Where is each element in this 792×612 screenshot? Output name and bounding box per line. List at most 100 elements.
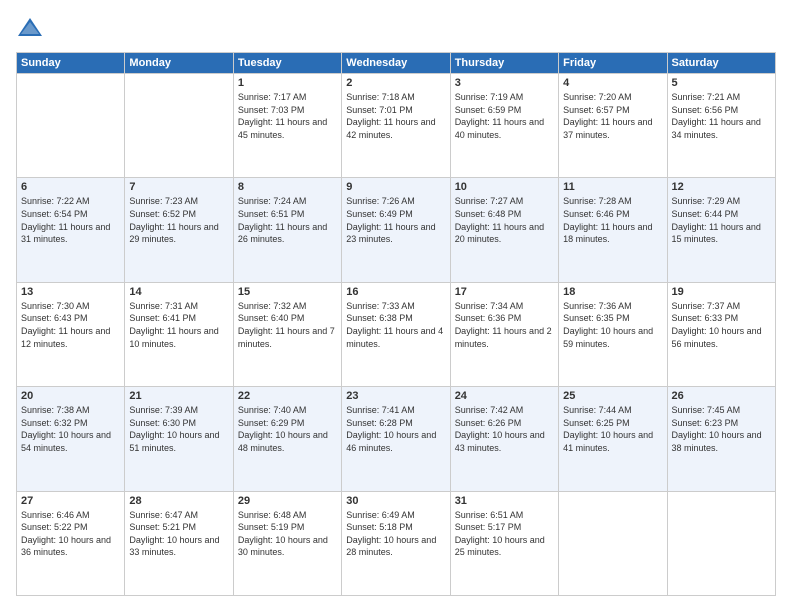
- weekday-header-friday: Friday: [559, 53, 667, 74]
- day-info: Sunrise: 7:18 AM Sunset: 7:01 PM Dayligh…: [346, 91, 445, 141]
- calendar-cell: 16 Sunrise: 7:33 AM Sunset: 6:38 PM Dayli…: [342, 282, 450, 386]
- day-number: 24: [455, 390, 554, 402]
- calendar-cell: 13Sunrise: 7:30 AM Sunset: 6:43 PM Dayli…: [17, 282, 125, 386]
- day-number: 17: [455, 286, 554, 298]
- day-number: 1: [238, 77, 337, 89]
- day-info: Sunrise: 7:28 AM Sunset: 6:46 PM Dayligh…: [563, 195, 662, 245]
- logo-icon: [16, 16, 44, 44]
- day-number: 15: [238, 286, 337, 298]
- day-info: Sunrise: 7:44 AM Sunset: 6:25 PM Dayligh…: [563, 404, 662, 454]
- calendar-cell: 8 Sunrise: 7:24 AM Sunset: 6:51 PM Daylig…: [233, 178, 341, 282]
- day-info: Sunrise: 7:45 AM Sunset: 6:23 PM Dayligh…: [672, 404, 771, 454]
- weekday-header-thursday: Thursday: [450, 53, 558, 74]
- calendar-cell: 5Sunrise: 7:21 AM Sunset: 6:56 PM Daylig…: [667, 74, 775, 178]
- day-info: Sunrise: 7:23 AM Sunset: 6:52 PM Dayligh…: [129, 195, 228, 245]
- day-number: 19: [672, 286, 771, 298]
- day-number: 2: [346, 77, 445, 89]
- day-info: Sunrise: 6:46 AM Sunset: 5:22 PM Dayligh…: [21, 509, 120, 559]
- calendar-cell: 9 Sunrise: 7:26 AM Sunset: 6:49 PM Daylig…: [342, 178, 450, 282]
- calendar-cell: 26Sunrise: 7:45 AM Sunset: 6:23 PM Dayli…: [667, 387, 775, 491]
- day-info: Sunrise: 7:24 AM Sunset: 6:51 PM Dayligh…: [238, 195, 337, 245]
- day-number: 14: [129, 286, 228, 298]
- day-info: Sunrise: 6:48 AM Sunset: 5:19 PM Dayligh…: [238, 509, 337, 559]
- weekday-header-wednesday: Wednesday: [342, 53, 450, 74]
- day-info: Sunrise: 7:29 AM Sunset: 6:44 PM Dayligh…: [672, 195, 771, 245]
- day-number: 21: [129, 390, 228, 402]
- calendar-cell: [125, 74, 233, 178]
- day-number: 16: [346, 286, 445, 298]
- calendar-cell: 15 Sunrise: 7:32 AM Sunset: 6:40 PM Dayli…: [233, 282, 341, 386]
- calendar-cell: 4 Sunrise: 7:20 AM Sunset: 6:57 PM Daylig…: [559, 74, 667, 178]
- day-number: 28: [129, 495, 228, 507]
- calendar-cell: [559, 491, 667, 595]
- day-info: Sunrise: 7:37 AM Sunset: 6:33 PM Dayligh…: [672, 300, 771, 350]
- calendar-cell: 29Sunrise: 6:48 AM Sunset: 5:19 PM Dayli…: [233, 491, 341, 595]
- day-info: Sunrise: 7:20 AM Sunset: 6:57 PM Dayligh…: [563, 91, 662, 141]
- day-info: Sunrise: 7:40 AM Sunset: 6:29 PM Dayligh…: [238, 404, 337, 454]
- calendar-cell: 22 Sunrise: 7:40 AM Sunset: 6:29 PM Dayli…: [233, 387, 341, 491]
- weekday-header-saturday: Saturday: [667, 53, 775, 74]
- day-number: 25: [563, 390, 662, 402]
- calendar-cell: [17, 74, 125, 178]
- calendar-cell: 12 Sunrise: 7:29 AM Sunset: 6:44 PM Dayli…: [667, 178, 775, 282]
- day-number: 20: [21, 390, 120, 402]
- calendar-header: SundayMondayTuesdayWednesdayThursdayFrid…: [17, 53, 776, 74]
- calendar-cell: 3 Sunrise: 7:19 AM Sunset: 6:59 PM Daylig…: [450, 74, 558, 178]
- calendar-body: 1Sunrise: 7:17 AM Sunset: 7:03 PM Daylig…: [17, 74, 776, 596]
- day-number: 9: [346, 181, 445, 193]
- calendar-cell: 14 Sunrise: 7:31 AM Sunset: 6:41 PM Dayli…: [125, 282, 233, 386]
- day-number: 22: [238, 390, 337, 402]
- calendar-cell: 28 Sunrise: 6:47 AM Sunset: 5:21 PM Dayli…: [125, 491, 233, 595]
- page-header: [16, 16, 776, 44]
- day-number: 5: [672, 77, 771, 89]
- calendar-cell: 30Sunrise: 6:49 AM Sunset: 5:18 PM Dayli…: [342, 491, 450, 595]
- calendar-cell: 31 Sunrise: 6:51 AM Sunset: 5:17 PM Dayli…: [450, 491, 558, 595]
- calendar-week-5: 27 Sunrise: 6:46 AM Sunset: 5:22 PM Dayli…: [17, 491, 776, 595]
- day-info: Sunrise: 6:47 AM Sunset: 5:21 PM Dayligh…: [129, 509, 228, 559]
- day-number: 31: [455, 495, 554, 507]
- weekday-header-sunday: Sunday: [17, 53, 125, 74]
- calendar-cell: 23Sunrise: 7:41 AM Sunset: 6:28 PM Dayli…: [342, 387, 450, 491]
- calendar-table: SundayMondayTuesdayWednesdayThursdayFrid…: [16, 52, 776, 596]
- calendar-cell: 18Sunrise: 7:36 AM Sunset: 6:35 PM Dayli…: [559, 282, 667, 386]
- day-info: Sunrise: 7:27 AM Sunset: 6:48 PM Dayligh…: [455, 195, 554, 245]
- day-info: Sunrise: 7:31 AM Sunset: 6:41 PM Dayligh…: [129, 300, 228, 350]
- day-number: 4: [563, 77, 662, 89]
- day-info: Sunrise: 6:51 AM Sunset: 5:17 PM Dayligh…: [455, 509, 554, 559]
- day-info: Sunrise: 7:38 AM Sunset: 6:32 PM Dayligh…: [21, 404, 120, 454]
- day-number: 11: [563, 181, 662, 193]
- day-info: Sunrise: 7:30 AM Sunset: 6:43 PM Dayligh…: [21, 300, 120, 350]
- day-info: Sunrise: 7:33 AM Sunset: 6:38 PM Dayligh…: [346, 300, 445, 350]
- weekday-header-tuesday: Tuesday: [233, 53, 341, 74]
- day-info: Sunrise: 7:26 AM Sunset: 6:49 PM Dayligh…: [346, 195, 445, 245]
- calendar-week-1: 1Sunrise: 7:17 AM Sunset: 7:03 PM Daylig…: [17, 74, 776, 178]
- day-info: Sunrise: 6:49 AM Sunset: 5:18 PM Dayligh…: [346, 509, 445, 559]
- day-info: Sunrise: 7:36 AM Sunset: 6:35 PM Dayligh…: [563, 300, 662, 350]
- calendar-cell: 6 Sunrise: 7:22 AM Sunset: 6:54 PM Daylig…: [17, 178, 125, 282]
- day-info: Sunrise: 7:39 AM Sunset: 6:30 PM Dayligh…: [129, 404, 228, 454]
- calendar-cell: 17 Sunrise: 7:34 AM Sunset: 6:36 PM Dayli…: [450, 282, 558, 386]
- day-info: Sunrise: 7:19 AM Sunset: 6:59 PM Dayligh…: [455, 91, 554, 141]
- day-number: 12: [672, 181, 771, 193]
- day-info: Sunrise: 7:41 AM Sunset: 6:28 PM Dayligh…: [346, 404, 445, 454]
- day-number: 6: [21, 181, 120, 193]
- day-number: 3: [455, 77, 554, 89]
- calendar-cell: 1Sunrise: 7:17 AM Sunset: 7:03 PM Daylig…: [233, 74, 341, 178]
- weekday-header-row: SundayMondayTuesdayWednesdayThursdayFrid…: [17, 53, 776, 74]
- day-info: Sunrise: 7:32 AM Sunset: 6:40 PM Dayligh…: [238, 300, 337, 350]
- calendar-cell: 2 Sunrise: 7:18 AM Sunset: 7:01 PM Daylig…: [342, 74, 450, 178]
- day-number: 8: [238, 181, 337, 193]
- day-number: 27: [21, 495, 120, 507]
- calendar-cell: 10Sunrise: 7:27 AM Sunset: 6:48 PM Dayli…: [450, 178, 558, 282]
- calendar-cell: 27 Sunrise: 6:46 AM Sunset: 5:22 PM Dayli…: [17, 491, 125, 595]
- calendar-cell: 21 Sunrise: 7:39 AM Sunset: 6:30 PM Dayli…: [125, 387, 233, 491]
- weekday-header-monday: Monday: [125, 53, 233, 74]
- day-number: 7: [129, 181, 228, 193]
- calendar-week-3: 13Sunrise: 7:30 AM Sunset: 6:43 PM Dayli…: [17, 282, 776, 386]
- logo: [16, 16, 48, 44]
- calendar-week-2: 6 Sunrise: 7:22 AM Sunset: 6:54 PM Daylig…: [17, 178, 776, 282]
- calendar-cell: 20 Sunrise: 7:38 AM Sunset: 6:32 PM Dayli…: [17, 387, 125, 491]
- day-info: Sunrise: 7:34 AM Sunset: 6:36 PM Dayligh…: [455, 300, 554, 350]
- calendar-cell: 25 Sunrise: 7:44 AM Sunset: 6:25 PM Dayli…: [559, 387, 667, 491]
- day-info: Sunrise: 7:22 AM Sunset: 6:54 PM Dayligh…: [21, 195, 120, 245]
